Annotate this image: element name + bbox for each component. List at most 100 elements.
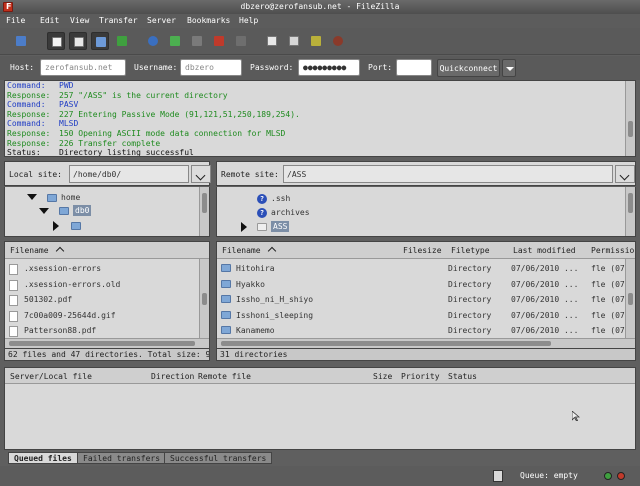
local-tree-scrollbar[interactable]	[199, 187, 209, 236]
log-line-text: PWD	[59, 81, 74, 90]
directory-type: Directory	[448, 326, 492, 335]
tree-item-ssh[interactable]: ? .ssh	[257, 194, 290, 204]
port-input[interactable]	[396, 59, 432, 76]
log-scrollbar[interactable]	[625, 81, 635, 156]
queue-tabs: Queued files Failed transfers Successful…	[0, 451, 640, 465]
column-server-local-file[interactable]: Server/Local file	[10, 372, 92, 381]
host-input[interactable]	[40, 59, 126, 76]
column-size[interactable]: Size	[373, 372, 392, 381]
toggle-log-icon[interactable]	[47, 32, 65, 50]
column-filename[interactable]: Filename	[222, 246, 261, 255]
column-permissions[interactable]: Permission	[591, 246, 635, 255]
collapse-arrow-icon[interactable]	[53, 221, 59, 231]
directory-row[interactable]: Hitohira Directory 07/06/2010 ... fle (0755	[217, 261, 634, 277]
column-remote-file[interactable]: Remote file	[198, 372, 251, 381]
remote-path-dropdown[interactable]	[615, 165, 635, 183]
log-line: Response: 226 Transfer complete	[5, 139, 635, 149]
local-list-scrollbar[interactable]	[199, 259, 209, 338]
menu-server[interactable]: Server	[147, 16, 176, 25]
directory-row[interactable]: Issho_ni_H_shiyo Directory 07/06/2010 ... f…	[217, 292, 634, 308]
tab-successful-transfers[interactable]: Successful transfers	[164, 452, 273, 464]
file-row[interactable]: .xsession-errors	[5, 261, 199, 277]
tab-failed-transfers[interactable]: Failed transfers	[77, 452, 167, 464]
log-line-text: Directory listing successful	[59, 148, 194, 157]
menu-bookmarks[interactable]: Bookmarks	[187, 16, 230, 25]
local-path-dropdown[interactable]	[191, 165, 211, 183]
column-filesize[interactable]: Filesize	[403, 246, 442, 255]
column-status[interactable]: Status	[448, 372, 477, 381]
column-filetype[interactable]: Filetype	[451, 246, 490, 255]
local-file-list: Filename .xsession-errors .xsession-error…	[4, 241, 210, 349]
directory-row[interactable]: Kanamemo Directory 07/06/2010 ... fle (0755	[217, 323, 634, 339]
remote-path-input[interactable]	[283, 165, 613, 183]
log-line: Command: PASV	[5, 100, 635, 110]
local-list-hscrollbar[interactable]	[5, 338, 209, 348]
filter-icon[interactable]	[263, 32, 281, 50]
username-input[interactable]	[180, 59, 242, 76]
expand-arrow-icon[interactable]	[27, 194, 37, 200]
file-row[interactable]: 501302.pdf	[5, 292, 199, 308]
sort-ascending-icon	[55, 246, 65, 256]
port-label: Port:	[368, 63, 393, 72]
file-row[interactable]: Patterson88.pdf	[5, 323, 199, 339]
menu-edit[interactable]: Edit	[40, 16, 59, 25]
directory-name: Kanamemo	[236, 326, 275, 335]
disconnect-icon[interactable]	[210, 32, 228, 50]
tree-item-child[interactable]	[71, 221, 85, 230]
menu-view[interactable]: View	[70, 16, 89, 25]
tree-item-db0[interactable]: db0	[59, 205, 92, 216]
directory-type: Directory	[448, 310, 492, 320]
lock-icon	[493, 470, 503, 482]
column-direction[interactable]: Direction	[151, 372, 194, 381]
refresh-icon[interactable]	[144, 32, 162, 50]
quickconnect-button[interactable]: Quickconnect	[437, 59, 500, 77]
menu-transfer[interactable]: Transfer	[99, 16, 138, 25]
log-line-type: Response:	[7, 90, 51, 100]
remote-list-header: Filename Filesize Filetype Last modified…	[217, 242, 635, 259]
toggle-remote-tree-icon[interactable]	[91, 32, 109, 50]
directory-row[interactable]: Isshoni_sleeping Directory 07/06/2010 ... f…	[217, 308, 634, 324]
file-icon	[9, 279, 18, 291]
quickconnect-dropdown-button[interactable]	[502, 59, 516, 77]
file-row[interactable]: .xsession-errors.old	[5, 277, 199, 293]
remote-list-scrollbar[interactable]	[625, 259, 635, 338]
process-queue-icon[interactable]	[166, 32, 184, 50]
tab-queued-files[interactable]: Queued files	[8, 452, 78, 464]
log-line-text: PASV	[59, 100, 79, 110]
log-line-type: Command:	[7, 81, 46, 90]
username-label: Username:	[134, 63, 178, 72]
reconnect-icon[interactable]	[232, 32, 250, 50]
remote-status: 31 directories	[216, 349, 636, 361]
password-input[interactable]	[298, 59, 360, 76]
file-icon	[9, 310, 18, 322]
local-list-header: Filename	[5, 242, 209, 259]
menu-file[interactable]: File	[6, 16, 25, 25]
column-filename[interactable]: Filename	[10, 246, 49, 255]
tree-item-archives[interactable]: ? archives	[257, 208, 310, 218]
column-priority[interactable]: Priority	[401, 372, 440, 381]
directory-row[interactable]: Hyakko Directory 07/06/2010 ... fle (0755	[217, 277, 634, 293]
menu-help[interactable]: Help	[239, 16, 258, 25]
remote-tree-scrollbar[interactable]	[625, 187, 635, 236]
column-last-modified[interactable]: Last modified	[513, 246, 576, 255]
file-name: 7c00a009-25644d.gif	[24, 310, 116, 320]
toggle-local-tree-icon[interactable]	[69, 32, 87, 50]
file-icon	[9, 326, 18, 337]
compare-icon[interactable]	[285, 32, 303, 50]
log-line-text: 227 Entering Passive Mode (91,121,51,250…	[59, 109, 300, 119]
tree-item-home[interactable]: home	[47, 193, 80, 202]
expand-arrow-icon[interactable]	[39, 208, 49, 214]
tree-item-ass[interactable]: ASS	[257, 221, 290, 232]
search-icon[interactable]	[329, 32, 347, 50]
directory-modified: 07/06/2010 ...	[511, 326, 579, 335]
folder-icon	[47, 193, 57, 202]
file-row[interactable]: 7c00a009-25644d.gif	[5, 308, 199, 324]
expand-arrow-icon[interactable]	[241, 222, 247, 232]
local-path-input[interactable]	[69, 165, 189, 183]
remote-list-hscrollbar[interactable]	[217, 338, 635, 348]
log-line-type: Response:	[7, 109, 51, 119]
sync-browse-icon[interactable]	[307, 32, 325, 50]
site-manager-icon[interactable]	[12, 32, 30, 50]
toggle-queue-icon[interactable]	[113, 32, 131, 50]
cancel-icon[interactable]	[188, 32, 206, 50]
